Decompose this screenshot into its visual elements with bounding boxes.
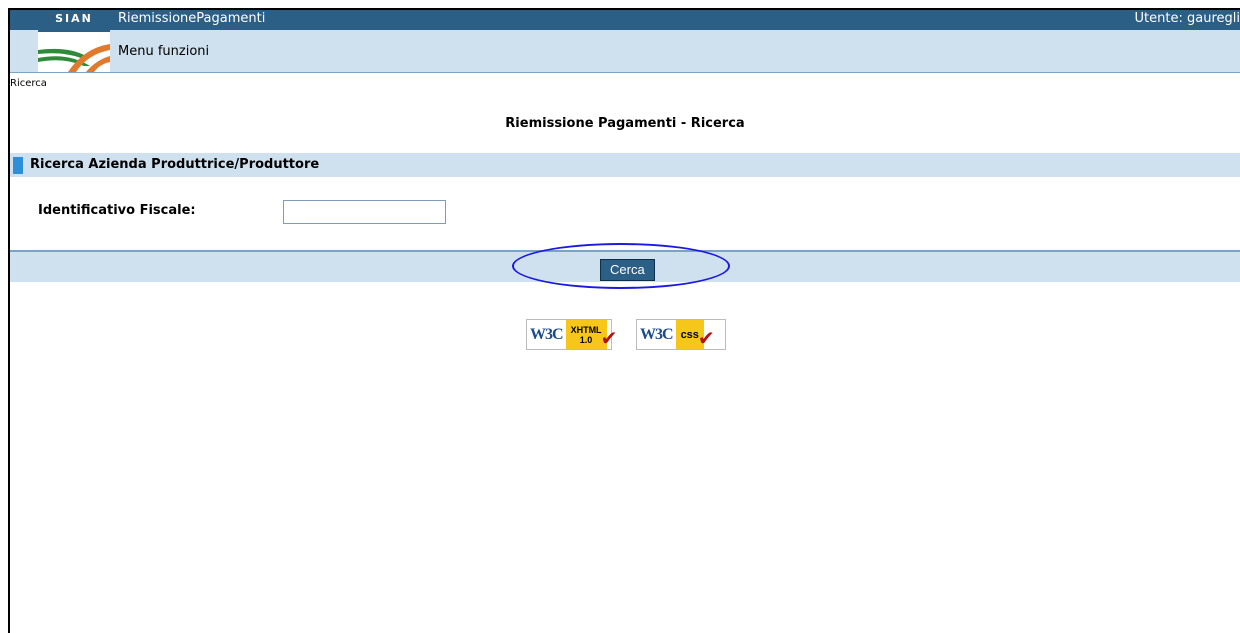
menu-functions-link[interactable]: Menu funzioni — [118, 44, 209, 59]
w3c-xhtml-badge[interactable]: W3C XHTML 1.0 ✔ — [526, 319, 617, 350]
app-frame: RiemissionePagamenti Utente: gauregli Me… — [8, 8, 1240, 633]
section-title: Ricerca Azienda Produttrice/Produttore — [30, 157, 320, 172]
fields-icon — [38, 44, 110, 72]
menu-bar: Menu funzioni — [10, 30, 1240, 73]
check-icon: ✔ — [600, 325, 618, 350]
logo-text: SIAN — [55, 12, 93, 25]
w3c-xhtml-left: W3C — [530, 325, 564, 343]
section-header: Ricerca Azienda Produttrice/Produttore — [10, 153, 1240, 177]
w3c-css-badge[interactable]: W3C css ✔ — [636, 319, 726, 350]
sian-logo: SIAN — [38, 10, 110, 72]
w3c-xhtml-top: XHTML — [570, 324, 602, 335]
search-button[interactable]: Cerca — [600, 259, 655, 281]
w3c-css-text: css — [680, 328, 699, 341]
top-bar: RiemissionePagamenti Utente: gauregli — [10, 10, 1240, 30]
w3c-css-left: W3C — [640, 325, 674, 343]
check-icon: ✔ — [697, 325, 715, 350]
section-marker — [13, 157, 23, 174]
app-name: RiemissionePagamenti — [118, 11, 266, 26]
breadcrumb: Ricerca — [10, 78, 47, 89]
user-label: Utente: gauregli — [1134, 11, 1240, 26]
fiscal-id-label: Identificativo Fiscale: — [38, 203, 196, 218]
action-bar: Cerca — [10, 250, 1240, 282]
fiscal-id-input[interactable] — [283, 200, 446, 224]
w3c-xhtml-version: 1.0 — [579, 334, 593, 345]
page-title: Riemissione Pagamenti - Ricerca — [505, 116, 745, 131]
